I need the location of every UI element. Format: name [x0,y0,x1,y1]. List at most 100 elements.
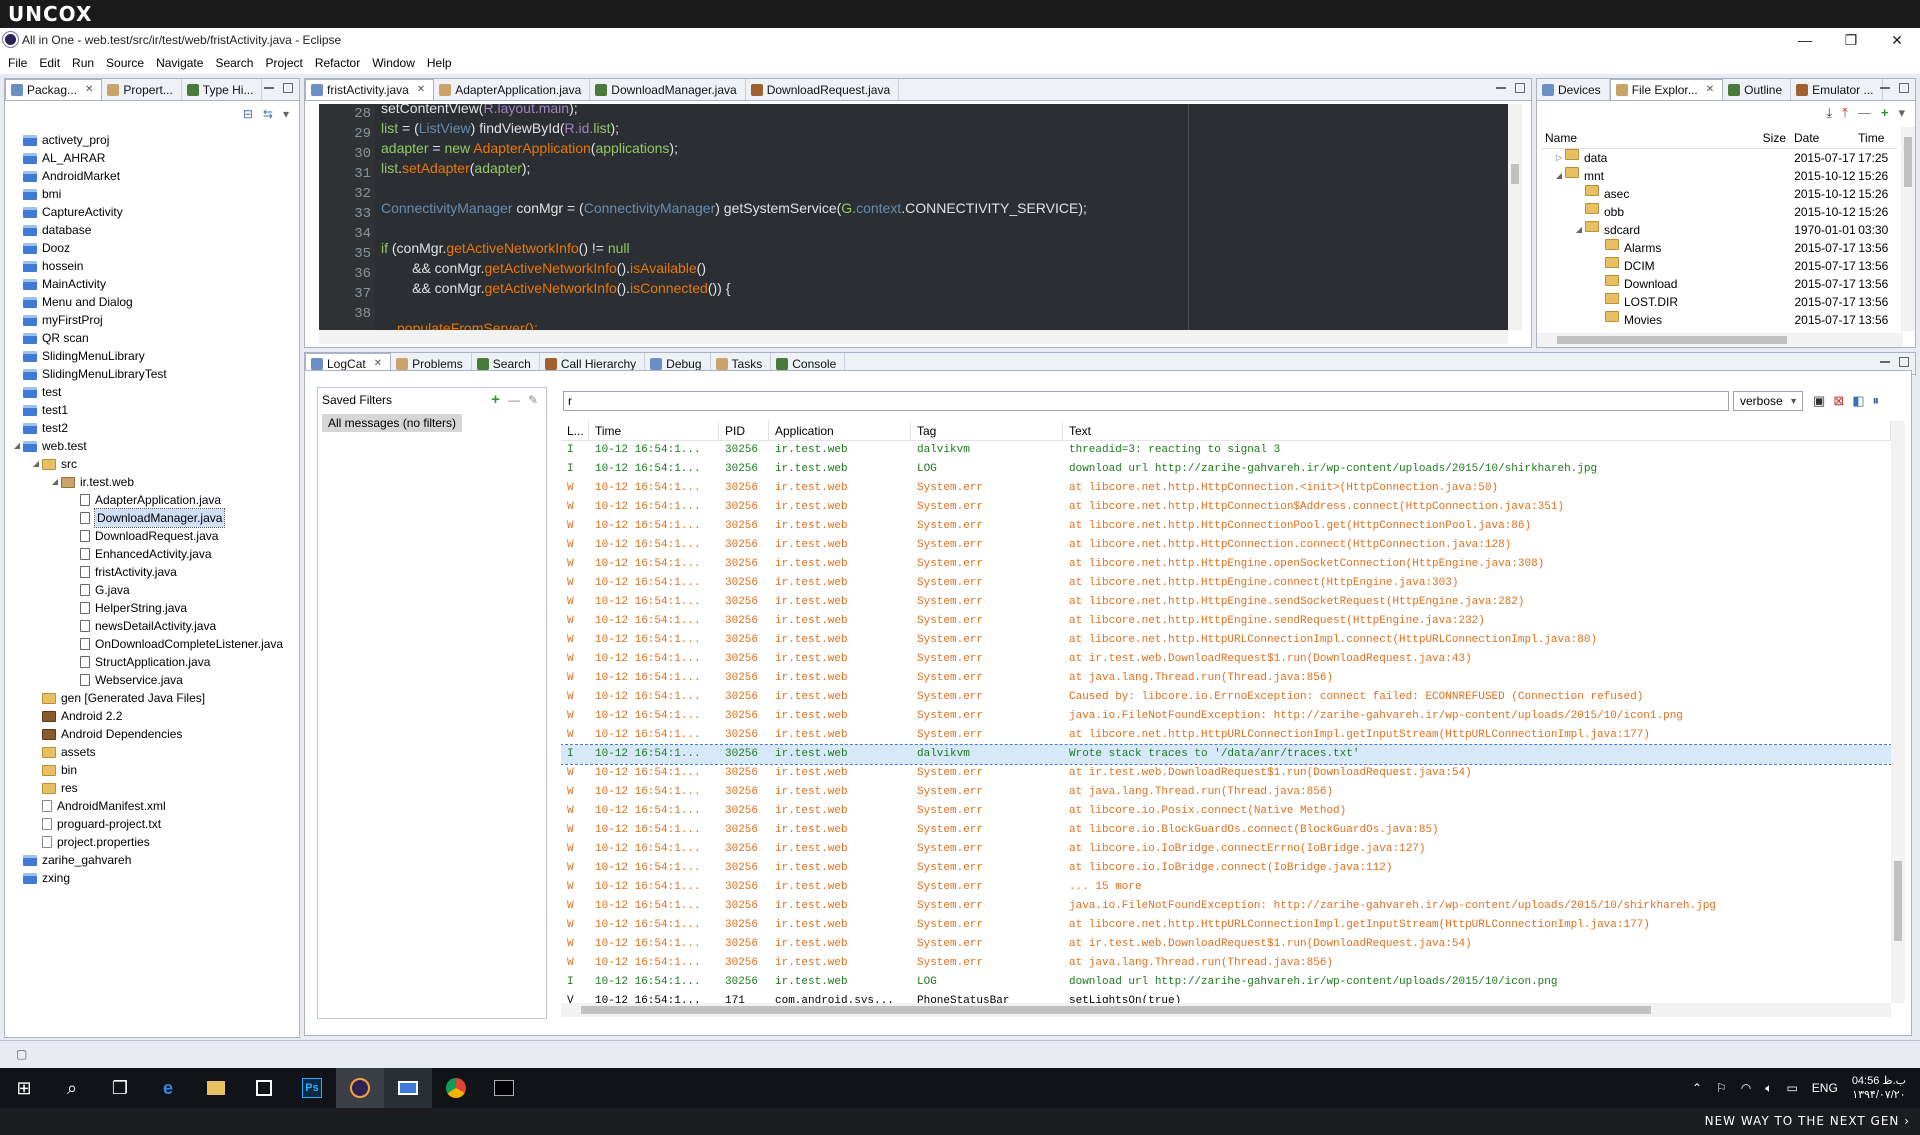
logcat-row[interactable]: W 10-12 16:54:1... 30256 ir.test.web System.… [561,669,1891,688]
tree-item[interactable]: activety_proj [11,131,295,149]
remove-filter-icon[interactable]: — [508,388,520,412]
logcat-search-input[interactable]: r [563,391,1729,411]
tree-item[interactable]: Android 2.2 [11,707,295,725]
logcat-col-header[interactable]: Time [589,421,719,440]
wifi-icon[interactable]: ◠ [1741,1081,1751,1095]
tree-item[interactable]: gen [Generated Java Files] [11,689,295,707]
left-tab-1[interactable]: Propert... [102,79,182,100]
file-row[interactable]: obb 2015-10-12 15:26 [1541,203,1897,221]
logcat-row[interactable]: W 10-12 16:54:1... 30256 ir.test.web System.… [561,821,1891,840]
file-row[interactable]: asec 2015-10-12 15:26 [1541,185,1897,203]
tree-item[interactable]: bmi [11,185,295,203]
logcat-row[interactable]: W 10-12 16:54:1... 30256 ir.test.web System.… [561,935,1891,954]
tree-expand-icon[interactable] [1573,203,1585,221]
tree-expand-icon[interactable]: ◢ [30,455,42,473]
tree-item[interactable]: zarihe_gahvareh [11,851,295,869]
tree-item[interactable]: AndroidManifest.xml [11,797,295,815]
editor-tab-close-icon[interactable]: ✕ [417,80,425,100]
minimize-editor-button[interactable] [1496,83,1506,89]
file-row[interactable]: Alarms 2015-07-17 13:56 [1541,239,1897,257]
editor-tab-0[interactable]: fristActivity.java ✕ [305,79,435,100]
tree-expand-icon[interactable] [1593,311,1605,329]
volume-icon[interactable]: 🔈︎ [1765,1081,1772,1096]
file-row[interactable]: ◢ sdcard 1970-01-01 03:30 [1541,221,1897,239]
tree-item[interactable]: SlidingMenuLibraryTest [11,365,295,383]
logcat-col-header[interactable]: Application [769,421,911,440]
logcat-col-header[interactable]: L... [561,421,589,440]
language-indicator[interactable]: ENG [1812,1081,1838,1095]
file-view-menu-icon[interactable]: ▾ [1898,105,1905,121]
col-size[interactable]: Size [1757,131,1786,145]
logcat-row[interactable]: W 10-12 16:54:1... 30256 ir.test.web System.… [561,555,1891,574]
logcat-row[interactable]: W 10-12 16:54:1... 30256 ir.test.web System.… [561,954,1891,973]
tree-item[interactable]: OnDownloadCompleteListener.java [11,635,295,653]
logcat-col-header[interactable]: PID [719,421,769,440]
logcat-row[interactable]: W 10-12 16:54:1... 30256 ir.test.web System.… [561,536,1891,555]
menu-source[interactable]: Source [100,56,150,70]
tree-expand-icon[interactable]: ▷ [1553,149,1565,167]
tree-expand-icon[interactable] [1593,239,1605,257]
log-level-select[interactable]: verbose ▼ [1733,391,1803,411]
logcat-row[interactable]: W 10-12 16:54:1... 30256 ir.test.web System.… [561,498,1891,517]
logcat-row[interactable]: I 10-12 16:54:1... 30256 ir.test.web LOG down… [561,460,1891,479]
tree-expand-icon[interactable] [1593,275,1605,293]
editor-vscroll[interactable] [1508,104,1522,330]
chrome-icon[interactable] [432,1068,480,1108]
logcat-row[interactable]: W 10-12 16:54:1... 30256 ir.test.web System.… [561,707,1891,726]
tree-item[interactable]: ◢ web.test [11,437,295,455]
tree-item[interactable]: ◢ ir.test.web [11,473,295,491]
tree-item[interactable]: test [11,383,295,401]
clock[interactable]: 04:56 ب.ظ ۱۳۹۴/۰۷/۲۰ [1852,1074,1906,1102]
col-time[interactable]: Time [1858,131,1897,145]
tree-item[interactable]: myFirstProj [11,311,295,329]
close-button[interactable]: ✕ [1874,28,1920,52]
edge-browser-icon[interactable]: e [144,1068,192,1108]
network-icon[interactable]: ⚐ [1716,1081,1727,1095]
view-menu-icon[interactable]: ▾ [283,107,289,121]
logcat-row[interactable]: W 10-12 16:54:1... 30256 ir.test.web System.… [561,574,1891,593]
menu-run[interactable]: Run [66,56,100,70]
maximize-view-button[interactable] [283,83,293,93]
tree-item[interactable]: Android Dependencies [11,725,295,743]
menu-navigate[interactable]: Navigate [150,56,209,70]
minimize-right-button[interactable] [1880,83,1890,89]
task-view-icon[interactable]: ❐ [96,1068,144,1108]
logcat-row[interactable]: W 10-12 16:54:1... 30256 ir.test.web System.… [561,783,1891,802]
filter-item-all[interactable]: All messages (no filters) [322,414,463,432]
editor-tab-2[interactable]: DownloadManager.java [590,79,746,100]
right-tab-close-icon[interactable]: ✕ [1706,80,1714,100]
logcat-col-header[interactable]: Text [1063,421,1891,440]
left-tab-0[interactable]: Packag... ✕ [5,79,103,100]
logcat-row[interactable]: W 10-12 16:54:1... 30256 ir.test.web System.… [561,612,1891,631]
tree-item[interactable]: Webservice.java [11,671,295,689]
tree-item[interactable]: test2 [11,419,295,437]
pull-file-icon[interactable]: ⤓ [1826,105,1832,121]
tree-expand-icon[interactable] [1593,257,1605,275]
logcat-row[interactable]: V 10-12 16:54:1... 171 com.android.sys... Ph… [561,992,1891,1003]
logcat-row[interactable]: W 10-12 16:54:1... 30256 ir.test.web System.… [561,916,1891,935]
store-icon[interactable] [240,1068,288,1108]
tree-expand-icon[interactable]: ◢ [1573,221,1585,239]
logcat-row[interactable]: W 10-12 16:54:1... 30256 ir.test.web System.… [561,840,1891,859]
right-tab-2[interactable]: Outline [1723,79,1792,100]
tree-expand-icon[interactable]: ◢ [49,473,61,491]
add-filter-icon[interactable]: + [491,388,500,412]
tree-item[interactable]: bin [11,761,295,779]
tree-item[interactable]: CaptureActivity [11,203,295,221]
col-date[interactable]: Date [1786,131,1858,145]
photoshop-icon[interactable]: Ps [288,1068,336,1108]
file-hscroll[interactable] [1537,333,1903,347]
tree-item[interactable]: AndroidMarket [11,167,295,185]
file-row[interactable]: ▷ data 2015-07-17 17:25 [1541,149,1897,167]
tree-item[interactable]: zxing [11,869,295,887]
windows-start-icon[interactable]: ⊞ [0,1068,48,1108]
maximize-right-button[interactable] [1899,83,1909,93]
menu-edit[interactable]: Edit [33,56,66,70]
code-editor[interactable]: 28 29 30 31 32 33 34 35 36 37 38 setContentView(R.… [319,104,1508,330]
tree-item[interactable]: Menu and Dialog [11,293,295,311]
file-row[interactable]: Movies 2015-07-17 13:56 [1541,311,1897,329]
logcat-vscroll[interactable] [1891,421,1905,1003]
eclipse-taskbar-icon[interactable] [336,1068,384,1108]
tree-item[interactable]: proguard-project.txt [11,815,295,833]
file-row[interactable]: ◢ mnt 2015-10-12 15:26 [1541,167,1897,185]
